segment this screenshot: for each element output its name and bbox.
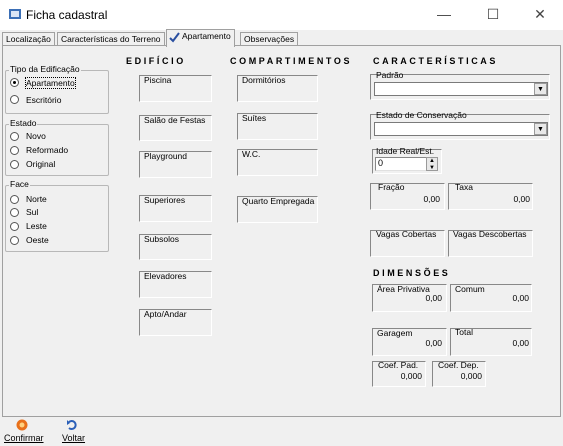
- window-title: Ficha cadastral: [26, 8, 108, 22]
- apto-andar-label: Apto/Andar: [144, 309, 187, 319]
- face-group: [5, 185, 109, 252]
- tab-localizacao[interactable]: Localização: [2, 32, 55, 46]
- dormitorios-label: Dormitórios: [242, 75, 286, 85]
- superiores-label: Superiores: [144, 195, 186, 205]
- padrao-select[interactable]: [374, 82, 548, 96]
- fracao-value: 0,00: [423, 194, 440, 204]
- vagas-cobertas-label: Vagas Cobertas: [376, 229, 437, 239]
- radio-leste[interactable]: [10, 222, 19, 231]
- voltar-button[interactable]: Voltar: [58, 418, 88, 444]
- compartimentos-title: COMPARTIMENTOS: [230, 56, 353, 66]
- face-label: Face: [9, 179, 30, 189]
- taxa-value: 0,00: [513, 194, 530, 204]
- tab-caracteristicas-terreno[interactable]: Características do Terreno: [57, 32, 165, 46]
- radio-leste-label: Leste: [26, 221, 47, 231]
- radio-apartamento[interactable]: [10, 78, 19, 87]
- radio-novo-label: Novo: [26, 131, 46, 141]
- radio-oeste[interactable]: [10, 236, 19, 245]
- garagem-label: Garagem: [377, 328, 413, 338]
- radio-sul-label: Sul: [26, 207, 39, 217]
- app-icon: [9, 9, 21, 19]
- maximize-button[interactable]: ☐: [478, 4, 508, 24]
- idade-value: 0: [378, 158, 384, 168]
- confirm-icon: [16, 419, 28, 431]
- total-label: Total: [455, 327, 473, 337]
- voltar-label: Voltar: [62, 433, 86, 443]
- quarto-empregada-label: Quarto Empregada: [242, 196, 315, 206]
- radio-oeste-label: Oeste: [26, 235, 49, 245]
- chevron-down-icon[interactable]: ▼: [534, 83, 547, 95]
- confirmar-label: Confirmar: [4, 433, 44, 443]
- estado-conservacao-select[interactable]: [374, 122, 548, 136]
- spinner-arrows-icon[interactable]: ▲ ▼: [426, 157, 438, 171]
- wc-label: W.C.: [242, 149, 261, 159]
- idade-label: Idade Real/Est.: [376, 146, 435, 156]
- subsolos-label: Subsolos: [144, 234, 179, 244]
- comum-value: 0,00: [512, 293, 529, 303]
- fracao-label: Fração: [378, 182, 405, 192]
- total-value: 0,00: [512, 338, 529, 348]
- tab-apartamento[interactable]: Apartamento: [166, 29, 235, 47]
- vagas-descobertas-label: Vagas Descobertas: [453, 229, 527, 239]
- suites-label: Suítes: [242, 113, 267, 123]
- piscina-label: Piscina: [144, 75, 172, 85]
- radio-original-label: Original: [26, 159, 56, 169]
- chevron-down-icon[interactable]: ▼: [534, 123, 547, 135]
- tipo-edificacao-label: Tipo da Edificação: [9, 64, 81, 74]
- radio-original[interactable]: [10, 160, 19, 169]
- close-button[interactable]: ✕: [525, 4, 555, 24]
- radio-reformado[interactable]: [10, 146, 19, 155]
- coef-pad-label: Coef. Pad.: [378, 360, 419, 370]
- edificio-title: EDIFÍCIO: [126, 56, 186, 66]
- checkmark-icon: [169, 32, 180, 43]
- coef-dep-label: Coef. Dep.: [438, 360, 479, 370]
- tab-observacoes[interactable]: Observações: [240, 32, 299, 46]
- radio-apartamento-label: Apartamento: [25, 77, 76, 89]
- radio-novo[interactable]: [10, 132, 19, 141]
- garagem-value: 0,00: [425, 338, 442, 348]
- minimize-button[interactable]: —: [429, 4, 459, 24]
- back-arrow-icon: [67, 420, 77, 430]
- area-privativa-value: 0,00: [425, 293, 442, 303]
- coef-dep-value: 0,000: [460, 371, 482, 381]
- radio-sul[interactable]: [10, 208, 19, 217]
- salao-festas-label: Salão de Festas: [144, 115, 206, 125]
- radio-reformado-label: Reformado: [26, 145, 69, 155]
- confirmar-button[interactable]: Confirmar: [4, 418, 44, 444]
- radio-escritorio-label: Escritório: [26, 95, 62, 105]
- padrao-label: Padrão: [376, 70, 404, 80]
- estado-conservacao-label: Estado de Conservação: [376, 110, 467, 120]
- taxa-label: Taxa: [455, 182, 473, 192]
- playground-label: Playground: [144, 151, 188, 161]
- tab-apartamento-label: Apartamento: [182, 31, 231, 41]
- radio-escritorio[interactable]: [10, 95, 19, 104]
- radio-norte-label: Norte: [26, 194, 47, 204]
- elevadores-label: Elevadores: [144, 271, 187, 281]
- tipo-edificacao-group: [5, 70, 109, 114]
- coef-pad-value: 0,000: [400, 371, 422, 381]
- dimensoes-title: DIMENSÕES: [373, 268, 451, 278]
- caracteristicas-title: CARACTERÍSTICAS: [373, 56, 499, 66]
- estado-label: Estado: [9, 118, 38, 128]
- radio-norte[interactable]: [10, 195, 19, 204]
